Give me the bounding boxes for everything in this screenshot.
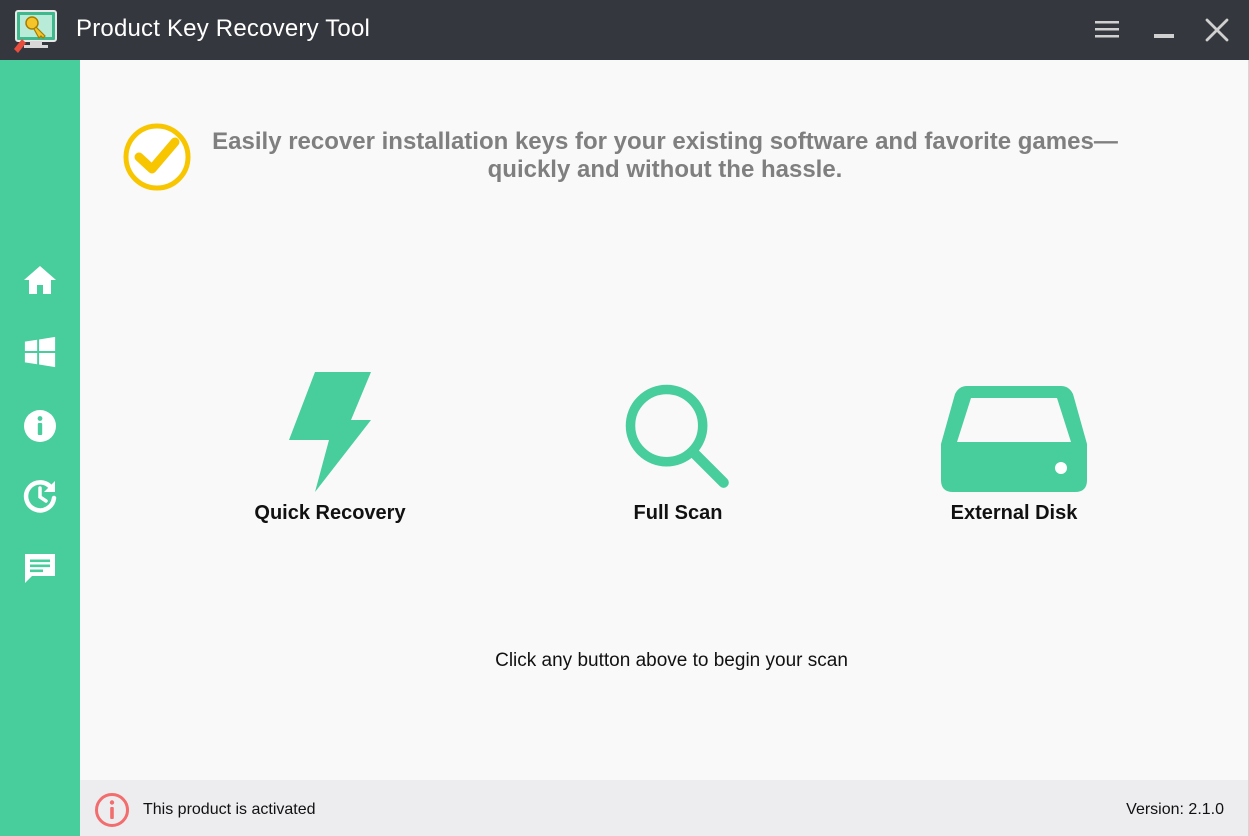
info-icon (24, 410, 56, 442)
full-scan-label: Full Scan (633, 502, 723, 524)
hard-disk-icon (941, 386, 1087, 492)
activation-status: This product is activated (143, 801, 316, 818)
window-title: Product Key Recovery Tool (76, 15, 371, 42)
sidebar (0, 60, 80, 836)
scan-hint: Click any button above to begin your sca… (495, 650, 848, 671)
sidebar-item-feedback[interactable] (18, 546, 62, 590)
tagline: Easily recover installation keys for you… (212, 128, 1118, 183)
hamburger-menu-icon[interactable] (1091, 14, 1123, 46)
app-logo-icon (14, 10, 57, 53)
quick-recovery-button[interactable]: Quick Recovery (230, 370, 430, 525)
main-panel: Easily recover installation keys for you… (80, 60, 1249, 780)
sidebar-item-history[interactable] (18, 474, 62, 518)
feedback-icon (25, 554, 55, 583)
windows-icon (24, 336, 56, 368)
quick-recovery-label: Quick Recovery (254, 502, 406, 524)
status-bar: This product is activated Version: 2.1.0 (80, 780, 1249, 836)
sidebar-item-windows[interactable] (18, 330, 62, 374)
magnifier-icon (625, 384, 729, 488)
external-disk-button[interactable]: External Disk (914, 370, 1114, 525)
history-icon (23, 480, 57, 513)
minimize-icon[interactable] (1148, 14, 1180, 46)
full-scan-button[interactable]: Full Scan (578, 370, 778, 525)
version-label: Version: 2.1.0 (1126, 801, 1224, 818)
sidebar-item-info[interactable] (18, 404, 62, 448)
home-icon (24, 266, 56, 294)
close-icon[interactable] (1201, 14, 1233, 46)
sidebar-item-home[interactable] (18, 258, 62, 302)
lightning-icon (289, 372, 371, 492)
check-badge-icon (123, 123, 191, 191)
status-info-icon (95, 793, 129, 827)
title-bar: Product Key Recovery Tool (0, 0, 1249, 60)
external-disk-label: External Disk (950, 502, 1078, 524)
